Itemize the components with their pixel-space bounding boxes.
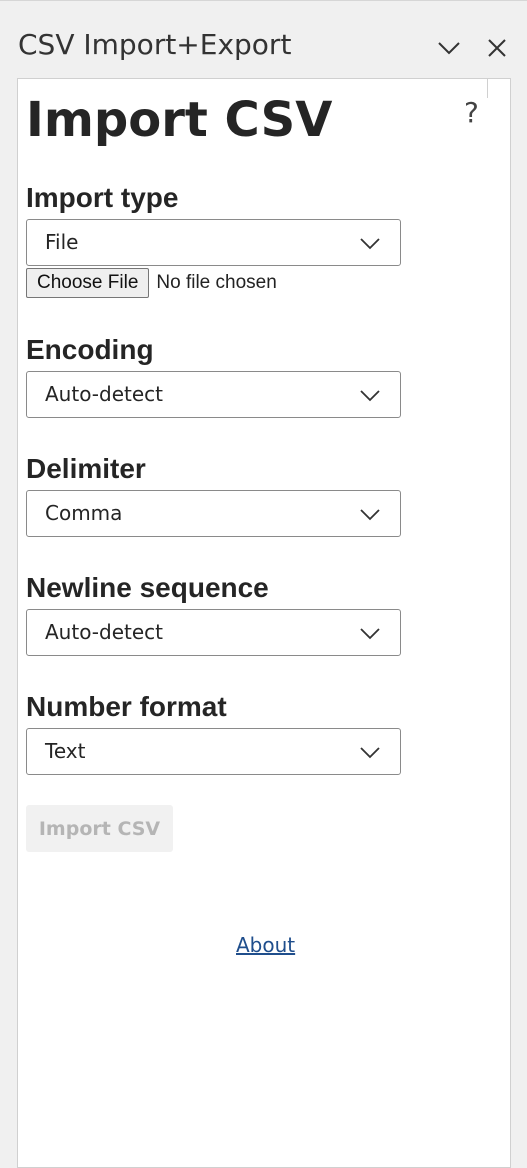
chevron-down-icon (360, 390, 380, 402)
encoding-value: Auto-detect (45, 382, 164, 406)
top-divider (0, 0, 527, 1)
pane-close-button[interactable] (483, 34, 511, 62)
task-pane: CSV Import+Export Import CSV ? Import ty… (0, 0, 527, 1168)
import-type-select[interactable]: File (26, 219, 401, 266)
chevron-down-icon (360, 747, 380, 759)
newline-select[interactable]: Auto-detect (26, 609, 401, 656)
file-status: No file chosen (156, 272, 277, 293)
chevron-down-icon (360, 628, 380, 640)
import-type-value: File (45, 230, 79, 254)
delimiter-label: Delimiter (26, 453, 146, 484)
number-format-label: Number format (26, 691, 227, 722)
import-type-label: Import type (26, 182, 179, 213)
close-icon (488, 39, 506, 57)
delimiter-value: Comma (45, 501, 123, 525)
file-chooser: Choose File No file chosen (26, 268, 277, 298)
choose-file-button[interactable]: Choose File (26, 268, 150, 298)
chevron-down-icon (360, 509, 380, 521)
chevron-down-icon (360, 238, 380, 250)
number-format-select[interactable]: Text (26, 728, 401, 775)
pane-options-button[interactable] (435, 34, 463, 62)
pane-title: CSV Import+Export (18, 28, 292, 61)
about-link[interactable]: About (236, 933, 295, 957)
content-corner (487, 78, 511, 98)
encoding-select[interactable]: Auto-detect (26, 371, 401, 418)
help-button[interactable]: ? (464, 96, 479, 129)
newline-label: Newline sequence (26, 572, 269, 603)
newline-value: Auto-detect (45, 620, 164, 644)
chevron-down-icon (438, 42, 460, 55)
import-csv-button[interactable]: Import CSV (26, 805, 173, 852)
page-title: Import CSV (26, 92, 333, 148)
encoding-label: Encoding (26, 334, 154, 365)
delimiter-select[interactable]: Comma (26, 490, 401, 537)
number-format-value: Text (45, 739, 86, 763)
